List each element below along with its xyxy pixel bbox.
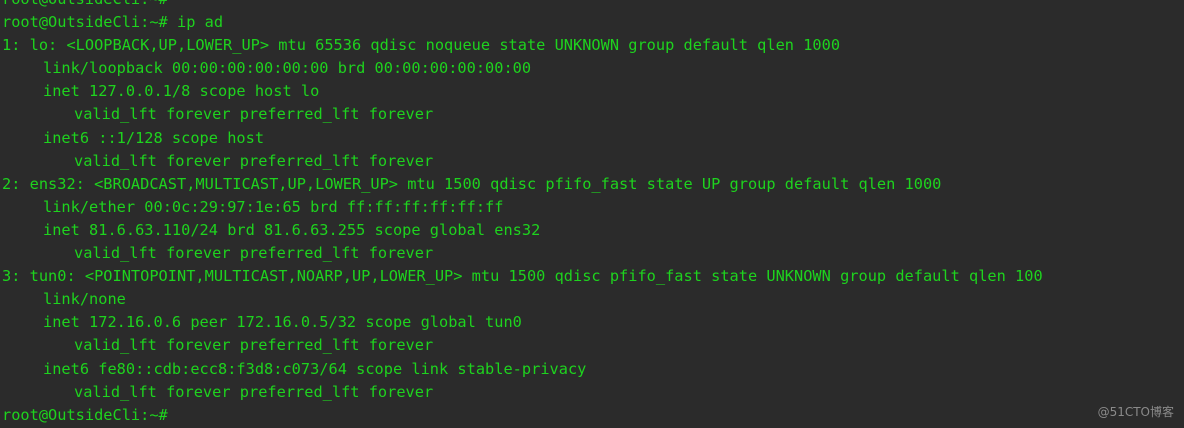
terminal-line: inet 172.16.0.6 peer 172.16.0.5/32 scope… — [43, 313, 522, 332]
terminal-line: inet 127.0.0.1/8 scope host lo — [43, 82, 320, 101]
terminal-line: link/none — [43, 290, 126, 309]
terminal-line: valid_lft forever preferred_lft forever — [74, 244, 434, 263]
terminal-line-prompt-active[interactable]: root@OutsideCli:~# — [2, 404, 1043, 427]
terminal-line: inet6 fe80::cdb:ecc8:f3d8:c073/64 scope … — [43, 359, 587, 378]
terminal-output: root@OutsideCli:~# root@OutsideCli:~# ip… — [2, 0, 1043, 427]
text-cursor — [170, 406, 179, 423]
watermark-label: @51CTO博客 — [1097, 405, 1174, 419]
terminal-line-iface-tun0: 3: tun0: <POINTOPOINT,MULTICAST,NOARP,UP… — [2, 267, 1043, 286]
terminal-line: link/loopback 00:00:00:00:00:00 brd 00:0… — [43, 59, 532, 78]
terminal-line: valid_lft forever preferred_lft forever — [74, 105, 434, 124]
terminal-line: valid_lft forever preferred_lft forever — [74, 382, 434, 401]
terminal-line-command: root@OutsideCli:~# ip ad — [2, 13, 224, 32]
prompt-text: root@OutsideCli:~# — [2, 405, 168, 424]
terminal-line-iface-ens32: 2: ens32: <BROADCAST,MULTICAST,UP,LOWER_… — [2, 174, 942, 193]
terminal-line: valid_lft forever preferred_lft forever — [74, 336, 434, 355]
terminal-line: valid_lft forever preferred_lft forever — [74, 151, 434, 170]
terminal-line: inet6 ::1/128 scope host — [43, 128, 265, 147]
terminal-line: inet 81.6.63.110/24 brd 81.6.63.255 scop… — [43, 220, 541, 239]
terminal-window[interactable]: root@OutsideCli:~# root@OutsideCli:~# ip… — [0, 0, 1184, 428]
terminal-line: link/ether 00:0c:29:97:1e:65 brd ff:ff:f… — [43, 197, 504, 216]
terminal-line-prompt: root@OutsideCli:~# — [2, 0, 1043, 11]
terminal-line-iface-lo: 1: lo: <LOOPBACK,UP,LOWER_UP> mtu 65536 … — [2, 36, 841, 55]
